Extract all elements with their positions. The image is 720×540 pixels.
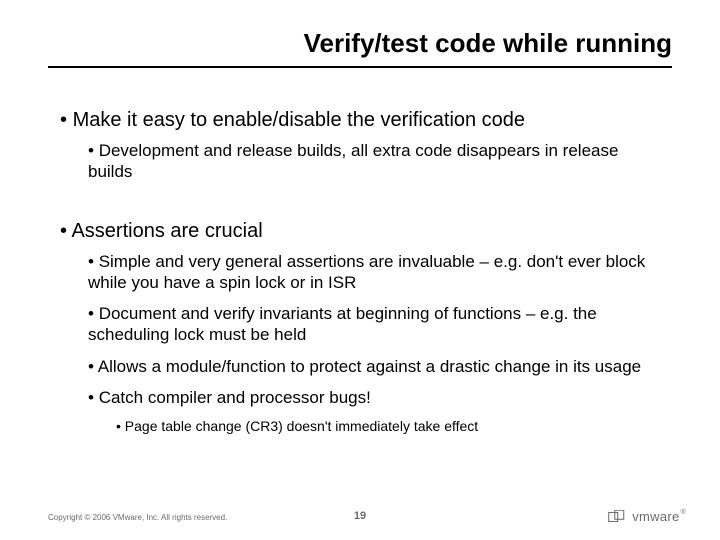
spacer — [60, 193, 664, 219]
title-rule — [48, 66, 672, 68]
logo-text: vmware® — [632, 509, 686, 524]
bullet-level1: Make it easy to enable/disable the verif… — [60, 108, 664, 132]
page-number: 19 — [354, 510, 366, 522]
bullet-level2: Document and verify invariants at beginn… — [88, 303, 664, 346]
boxes-icon — [608, 510, 626, 524]
slide-footer: Copyright © 2006 VMware, Inc. All rights… — [0, 500, 720, 522]
bullet-level1: Assertions are crucial — [60, 219, 664, 243]
bullet-level2: Catch compiler and processor bugs! — [88, 387, 664, 408]
bullet-level2: Allows a module/function to protect agai… — [88, 356, 664, 377]
slide: Verify/test code while running Make it e… — [0, 0, 720, 540]
bullet-level2: Development and release builds, all extr… — [88, 140, 664, 183]
copyright-text: Copyright © 2006 VMware, Inc. All rights… — [48, 513, 227, 522]
logo-word: vmware — [632, 509, 679, 524]
slide-content: Make it easy to enable/disable the verif… — [60, 108, 664, 444]
bullet-level3: Page table change (CR3) doesn't immediat… — [116, 418, 664, 436]
slide-title: Verify/test code while running — [304, 28, 672, 59]
bullet-level2: Simple and very general assertions are i… — [88, 251, 664, 294]
vmware-logo: vmware® — [608, 509, 686, 524]
registered-mark: ® — [681, 509, 686, 516]
